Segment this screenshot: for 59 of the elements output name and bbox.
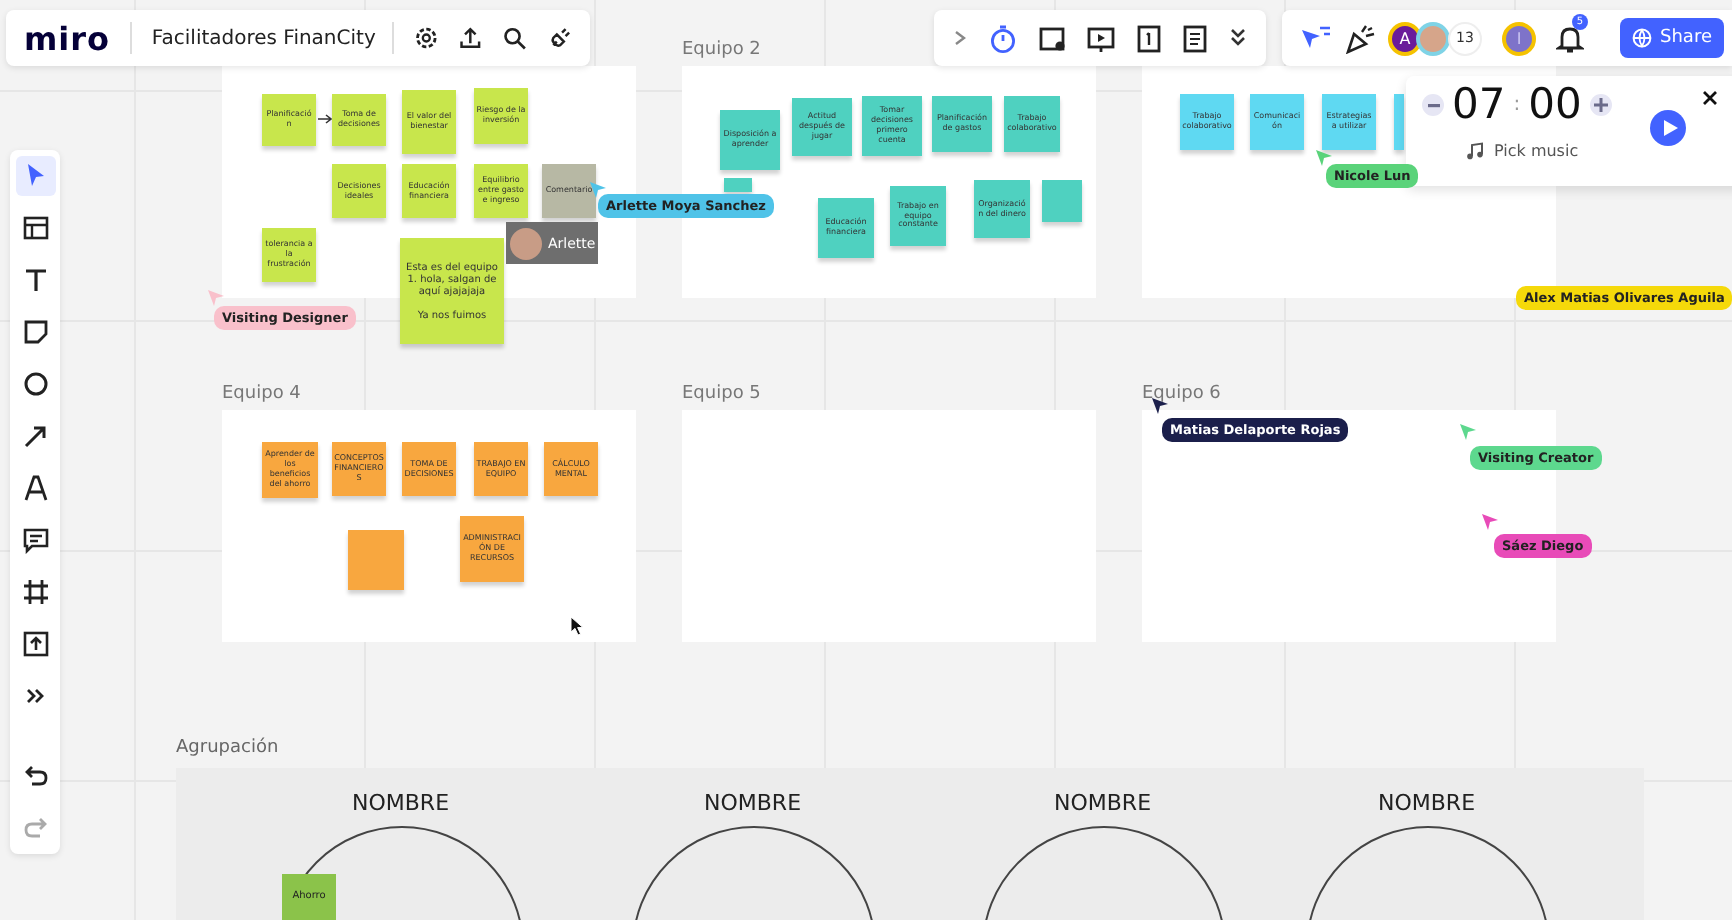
undo-icon <box>21 762 49 790</box>
cursor-pointer-icon <box>1482 514 1498 530</box>
group-title: NOMBRE <box>704 790 800 816</box>
avatar-placeholder <box>510 227 542 259</box>
party-popper-icon[interactable] <box>1344 23 1376 53</box>
cursor-pointer-icon <box>590 182 606 198</box>
bell-icon[interactable] <box>1556 23 1584 53</box>
redo-icon <box>21 814 49 842</box>
presentation-icon[interactable] <box>1086 23 1117 53</box>
sticky-note-icon <box>21 318 49 346</box>
group-title: NOMBRE <box>352 790 448 816</box>
document-icon[interactable] <box>1182 23 1209 53</box>
share-button[interactable]: Share <box>1620 18 1724 58</box>
section-title: Agrupación <box>176 738 279 758</box>
comment-icon <box>21 526 49 554</box>
search-icon[interactable] <box>502 24 528 52</box>
cursor-pointer-icon <box>208 290 224 306</box>
timer-seconds[interactable]: 00 <box>1528 84 1582 126</box>
timer-icon[interactable] <box>987 23 1018 53</box>
settings-icon[interactable] <box>413 24 439 52</box>
text-icon <box>21 266 49 294</box>
upload-icon <box>21 630 49 658</box>
frame-title: Equipo 4 <box>222 384 301 404</box>
play-button[interactable] <box>1650 110 1686 146</box>
timer-separator: : <box>1513 94 1521 116</box>
frame-title: Equipo 2 <box>682 40 761 60</box>
timer-minutes[interactable]: 07 <box>1452 84 1506 126</box>
music-note-icon <box>1466 142 1484 160</box>
connector-arrow <box>318 114 332 124</box>
cursor-icon[interactable] <box>1300 24 1332 52</box>
cursor-pointer-icon <box>1316 150 1332 166</box>
play-icon <box>1663 120 1677 136</box>
upload-icon[interactable] <box>458 24 483 52</box>
frame-title: Equipo 5 <box>682 384 761 404</box>
app-logo: miro <box>24 19 111 57</box>
board-title[interactable]: Facilitadores FinanCity <box>151 27 376 49</box>
table-icon <box>21 214 49 242</box>
frame-icon <box>21 578 49 606</box>
decrease-button[interactable] <box>1422 94 1444 116</box>
cursor-pointer-icon <box>1460 424 1476 440</box>
mouse-pointer-icon <box>570 616 584 636</box>
group-title: NOMBRE <box>1054 790 1150 816</box>
expand-icon[interactable] <box>1227 26 1248 50</box>
card-icon[interactable] <box>1037 23 1068 53</box>
plus-icon <box>1593 98 1608 112</box>
increase-button[interactable] <box>1589 94 1612 116</box>
pick-music-link[interactable]: Pick music <box>1494 142 1579 160</box>
frame-counter-icon[interactable] <box>1136 23 1163 53</box>
user-avatar[interactable]: A <box>1388 21 1422 55</box>
globe-icon <box>1632 28 1653 48</box>
minus-icon <box>1427 103 1439 107</box>
cursor-pointer-icon <box>1152 398 1168 414</box>
group-title: NOMBRE <box>1378 790 1474 816</box>
arrow-icon <box>21 422 49 450</box>
close-icon[interactable] <box>1702 90 1718 106</box>
chevron-icon[interactable] <box>952 28 968 48</box>
circle-icon <box>21 370 49 398</box>
frame-title: Equipo 6 <box>1142 384 1221 404</box>
select-tool[interactable] <box>15 156 55 196</box>
